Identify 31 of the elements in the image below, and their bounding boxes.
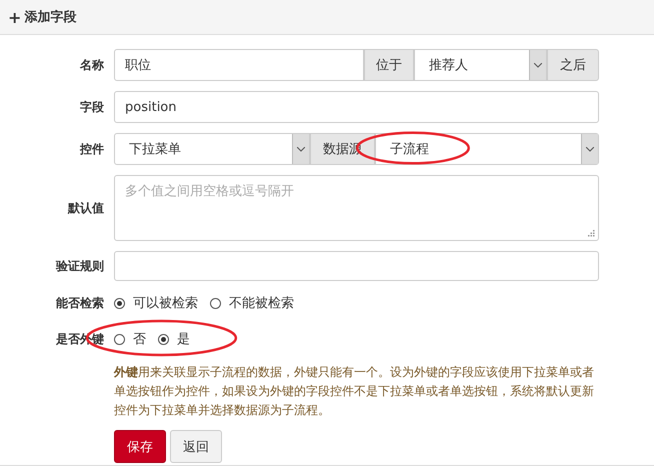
field-label: 默认值 [66, 200, 105, 216]
field-label: 控件 [78, 140, 105, 158]
radio-label[interactable]: 否 [133, 330, 146, 348]
radio-button[interactable] [158, 334, 169, 344]
input-addon: 之后 [547, 49, 599, 81]
name-input[interactable]: 职位 [114, 49, 364, 81]
radio-label[interactable]: 是 [177, 330, 190, 348]
back-button[interactable]: 返回 [170, 430, 222, 463]
input-addon: 位于 [364, 49, 414, 81]
control-select[interactable]: 下拉菜单 [114, 133, 310, 165]
panel-title: 添加字段 [24, 8, 76, 26]
radio-button[interactable] [114, 298, 125, 308]
resize-grip-icon[interactable] [588, 230, 595, 237]
plus-icon: + [8, 8, 22, 26]
caret-icon [581, 134, 598, 164]
radio-label[interactable]: 不能被检索 [229, 294, 294, 312]
validation-input[interactable] [114, 251, 599, 281]
save-button[interactable]: 保存 [114, 430, 166, 463]
field-label: 名称 [78, 56, 105, 74]
field-input[interactable]: position [114, 91, 599, 123]
caret-icon [292, 134, 309, 164]
caret-icon [529, 50, 546, 80]
source-select[interactable]: 子流程 [375, 133, 599, 165]
field-label: 能否检索 [55, 294, 105, 312]
radio-button[interactable] [114, 334, 125, 344]
radio-button[interactable] [210, 298, 221, 308]
help-text: 外键用来关联显示子流程的数据，外键只能有一个。设为外键的字段应该使用下拉菜单或者单选按钮作为控件，如果设为外键的字段控件不是下拉菜单或者单选按钮，系统将默认更新控件为下拉菜单并选择数据源为子流程。 [114, 364, 595, 419]
position-select[interactable]: 推荐人 [414, 49, 547, 81]
field-label: 字段 [79, 98, 105, 116]
radio-label[interactable]: 可以被检索 [133, 294, 198, 312]
field-label: 验证规则 [54, 258, 105, 274]
